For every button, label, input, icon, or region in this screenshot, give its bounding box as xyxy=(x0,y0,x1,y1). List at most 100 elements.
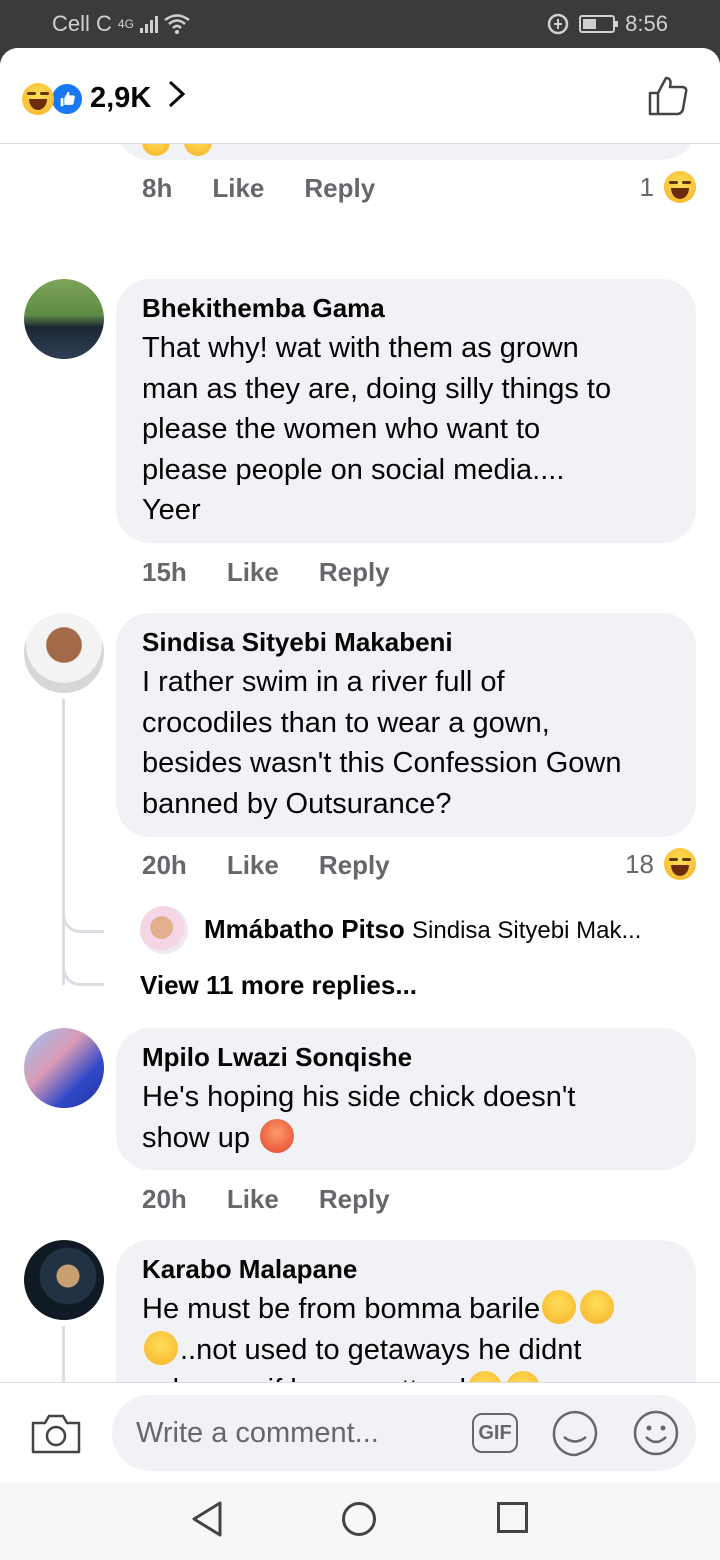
camera-icon[interactable] xyxy=(30,1411,82,1455)
comment-line: He must be from bomma barile xyxy=(142,1289,670,1330)
comment-bubble: Bhekithemba Gama That why! wat with them… xyxy=(116,279,696,543)
view-more-replies-link[interactable]: View 11 more replies... xyxy=(140,970,417,1001)
reply-thread-line xyxy=(62,1326,65,1382)
comment-line: besides wasn't this Confession Gown xyxy=(142,747,622,779)
rofl-emoji-icon xyxy=(580,1290,615,1324)
haha-reaction-icon xyxy=(664,848,696,880)
comment-time: 20h xyxy=(142,850,187,880)
comment-input[interactable] xyxy=(136,1413,456,1453)
reply-preview[interactable]: Mmábatho Pitso Sindisa Sityebi Mak... xyxy=(204,914,641,945)
comments-sheet: 2,9K 8h Like Reply 1 Bhekithemba Gama Th… xyxy=(0,48,720,1560)
comment-actions: 15h Like Reply xyxy=(142,557,390,588)
comment-author[interactable]: Karabo Malapane xyxy=(142,1254,670,1285)
carrier-name: Cell C xyxy=(52,11,112,36)
avatar[interactable] xyxy=(24,613,104,693)
comment-actions: 20h Like Reply xyxy=(142,850,390,881)
haha-emoji-icon xyxy=(142,144,170,156)
reply-link[interactable]: Reply xyxy=(319,1184,390,1215)
reply-avatar[interactable] xyxy=(140,906,188,954)
system-nav-bar xyxy=(0,1482,720,1560)
comment-line: please people on social media.... xyxy=(142,453,565,486)
gif-button[interactable]: GIF xyxy=(472,1413,518,1453)
comment-time: 8h xyxy=(142,173,173,203)
grin-emoji-icon xyxy=(506,1371,540,1382)
comment-bubble: Karabo Malapane He must be from bomma ba… xyxy=(116,1240,696,1382)
comment-bubble: Mpilo Lwazi Sonqishe He's hoping his sid… xyxy=(116,1028,696,1170)
comment-time: 15h xyxy=(142,557,187,587)
reply-connector xyxy=(62,952,104,986)
comment-line-text: He must be from bomma barile xyxy=(142,1293,541,1325)
comment-actions: 20h Like Reply xyxy=(142,1184,390,1215)
reactions-header: 2,9K xyxy=(0,48,720,144)
clock: 8:56 xyxy=(625,11,668,36)
comment-author[interactable]: Sindisa Sityebi Makabeni xyxy=(142,627,670,658)
comment-reactions[interactable]: 1 xyxy=(640,171,696,203)
hot-face-emoji-icon xyxy=(260,1118,295,1153)
back-icon[interactable] xyxy=(190,1500,224,1538)
status-right: 8:56 xyxy=(547,11,668,37)
status-bar: Cell C 4G 8:56 xyxy=(0,0,720,48)
comment-line: I rather swim in a river full of xyxy=(142,666,505,698)
comment-line: banned by Outsurance? xyxy=(142,787,452,820)
avatar[interactable] xyxy=(24,279,104,359)
reply-link[interactable]: Reply xyxy=(304,173,375,204)
comment-reactions[interactable]: 18 xyxy=(625,848,696,880)
comment-text: That why! wat with them as grown man as … xyxy=(142,328,670,531)
comment-line: please the women who want to xyxy=(142,413,541,445)
thumbs-up-icon[interactable] xyxy=(646,74,690,118)
rofl-emoji-icon xyxy=(144,1330,178,1365)
wifi-icon xyxy=(164,14,190,34)
network-type: 4G xyxy=(117,17,134,31)
comment-input-pill: GIF xyxy=(112,1395,696,1471)
reply-thread-line xyxy=(62,699,65,985)
comment-bubble-previous xyxy=(116,144,696,160)
recent-apps-icon[interactable] xyxy=(497,1502,528,1533)
reaction-count: 2,9K xyxy=(90,82,152,114)
avatar[interactable] xyxy=(24,1240,104,1320)
comment-line: man as they are, doing silly things to xyxy=(142,372,612,405)
reactions-summary[interactable]: 2,9K xyxy=(22,79,187,118)
chevron-right-icon xyxy=(167,79,187,118)
rofl-emoji-icon xyxy=(542,1290,577,1324)
comment-line-text: show up xyxy=(142,1121,251,1154)
haha-reaction-icon xyxy=(22,82,54,115)
comment-composer: GIF xyxy=(0,1382,720,1482)
comment-line: show up xyxy=(142,1118,670,1159)
emoji-icon[interactable] xyxy=(632,1409,680,1457)
comment-text: He's hoping his side chick doesn't show … xyxy=(142,1077,670,1158)
reaction-count: 18 xyxy=(625,848,654,879)
signal-icon xyxy=(139,15,158,33)
sticker-icon[interactable] xyxy=(550,1409,600,1457)
like-link[interactable]: Like xyxy=(227,1184,279,1215)
comment-line: ask mma if he can attend xyxy=(142,1370,670,1382)
comment-line: crocodiles than to wear a gown, xyxy=(142,706,550,739)
like-link[interactable]: Like xyxy=(227,557,279,588)
comment-line: He's hoping his side chick doesn't xyxy=(142,1081,576,1113)
like-link[interactable]: Like xyxy=(227,850,279,881)
reply-connector xyxy=(62,899,104,933)
haha-reaction-icon xyxy=(664,171,696,203)
comment-line-text: ..not used to getaways he didnt xyxy=(180,1333,582,1366)
comment-actions: 8h Like Reply xyxy=(142,173,375,204)
comment-bubble: Sindisa Sityebi Makabeni I rather swim i… xyxy=(116,613,696,837)
comment-text: I rather swim in a river full of crocodi… xyxy=(142,662,670,824)
comment-line: That why! wat with them as grown xyxy=(142,332,579,364)
comment-time: 20h xyxy=(142,1184,187,1214)
grin-emoji-icon xyxy=(468,1371,502,1382)
comment-line: Yeer xyxy=(142,494,201,526)
like-reaction-icon xyxy=(50,81,84,116)
like-link[interactable]: Like xyxy=(212,173,264,204)
home-icon[interactable] xyxy=(342,1502,376,1536)
reaction-count: 1 xyxy=(639,171,654,202)
reply-link[interactable]: Reply xyxy=(319,850,390,881)
comment-author[interactable]: Mpilo Lwazi Sonqishe xyxy=(142,1042,670,1073)
reply-link[interactable]: Reply xyxy=(319,557,390,588)
comment-author[interactable]: Bhekithemba Gama xyxy=(142,293,670,324)
battery-icon xyxy=(579,15,619,33)
comment-line-text: ask mma if he can attend xyxy=(142,1374,466,1382)
haha-emoji-icon xyxy=(184,144,212,156)
comment-thread[interactable]: 8h Like Reply 1 Bhekithemba Gama That wh… xyxy=(0,144,720,1382)
comment-text: He must be from bomma barile ..not used … xyxy=(142,1289,670,1382)
avatar[interactable] xyxy=(24,1028,104,1108)
reply-author: Mmábatho Pitso xyxy=(204,914,405,944)
